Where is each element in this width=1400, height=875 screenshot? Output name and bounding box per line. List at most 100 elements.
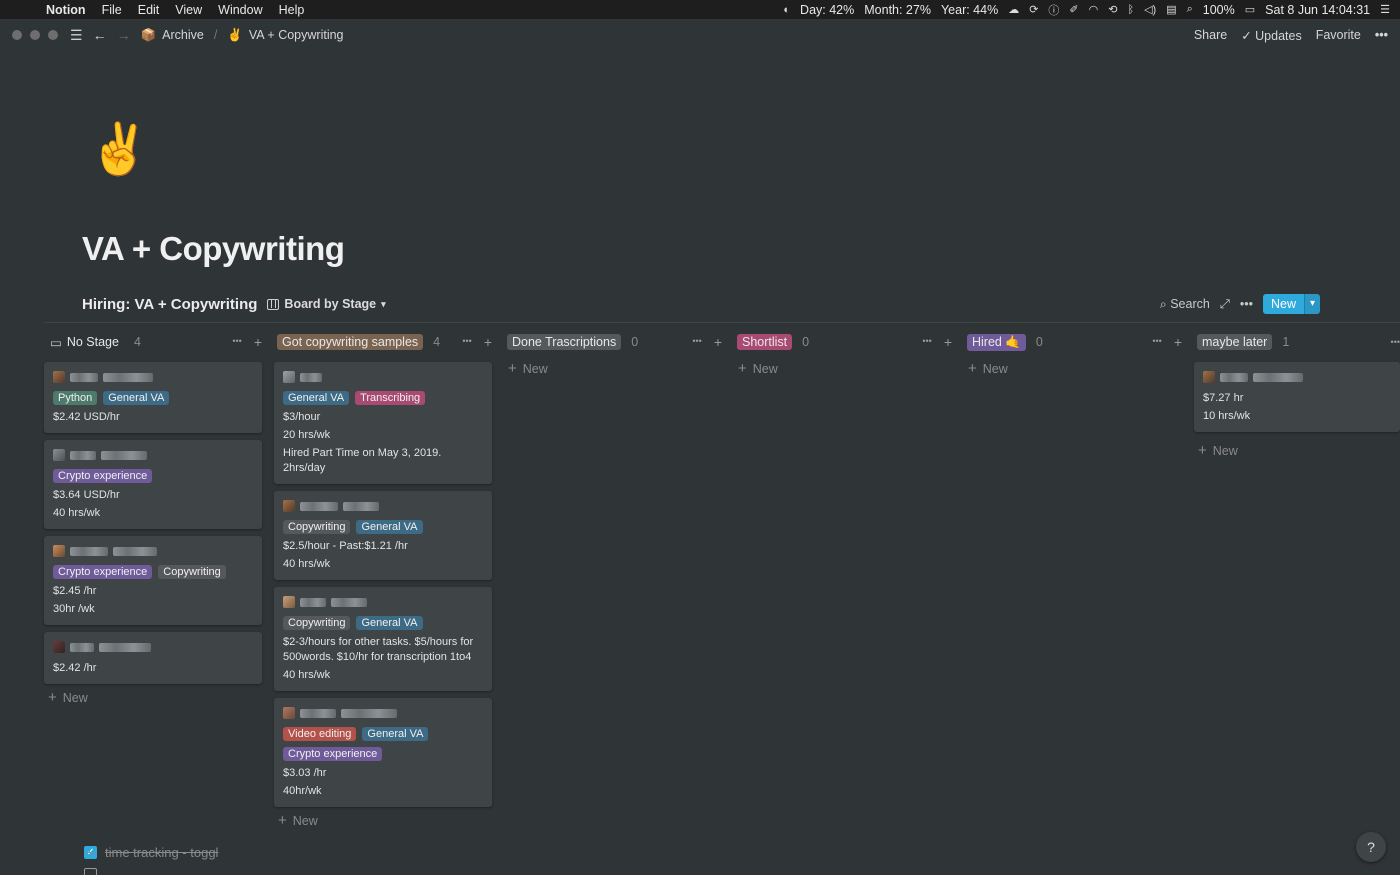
column-header[interactable]: Got copywriting samples 4 ••• + bbox=[274, 331, 492, 353]
time-machine-icon[interactable]: ⟲ bbox=[1108, 3, 1117, 16]
blurred-name bbox=[343, 501, 379, 511]
favorite-button[interactable]: Favorite bbox=[1316, 28, 1361, 42]
column-header[interactable]: Shortlist 0 ••• + bbox=[734, 331, 952, 353]
column-title[interactable]: Got copywriting samples bbox=[277, 334, 424, 350]
board-column: Shortlist 0 ••• + + New bbox=[734, 331, 952, 376]
forward-arrow-icon[interactable]: → bbox=[117, 27, 131, 43]
column-more-icon[interactable]: ••• bbox=[692, 334, 701, 350]
column-new-button[interactable]: + New bbox=[504, 361, 722, 376]
blurred-name bbox=[103, 372, 153, 382]
help-button[interactable]: ? bbox=[1356, 832, 1386, 862]
back-arrow-icon[interactable]: ← bbox=[93, 27, 107, 43]
new-record-button[interactable]: New ▾ bbox=[1262, 294, 1320, 314]
column-header[interactable]: Done Trascriptions 0 ••• + bbox=[504, 331, 722, 353]
blurred-name bbox=[300, 708, 336, 718]
column-more-icon[interactable]: ••• bbox=[462, 334, 471, 350]
column-add-icon[interactable]: + bbox=[484, 334, 492, 350]
new-button-label[interactable]: New bbox=[1262, 294, 1304, 314]
menu-help[interactable]: Help bbox=[279, 3, 305, 17]
todo-item[interactable]: ✓ time tracking - toggl bbox=[84, 845, 218, 860]
share-button[interactable]: Share bbox=[1194, 28, 1227, 42]
board-card[interactable]: Crypto experience Copywriting $2.45 /hr 30h… bbox=[44, 536, 262, 625]
column-header[interactable]: maybe later 1 ••• bbox=[1194, 331, 1400, 353]
column-new-button[interactable]: + New bbox=[1194, 443, 1400, 458]
new-template-dropdown-icon[interactable]: ▾ bbox=[1304, 294, 1320, 314]
column-add-icon[interactable]: + bbox=[1174, 334, 1182, 350]
database-toolbar: Hiring: VA + Copywriting Board by Stage … bbox=[82, 292, 1400, 316]
column-title[interactable]: Shortlist bbox=[737, 334, 793, 350]
board-card[interactable]: Crypto experience $3.64 USD/hr 40 hrs/wk bbox=[44, 440, 262, 529]
column-count: 0 bbox=[631, 335, 639, 349]
column-more-icon[interactable]: ••• bbox=[1152, 334, 1161, 350]
board-card[interactable]: Video editing General VA Crypto experience… bbox=[274, 698, 492, 807]
minimize-window-button[interactable] bbox=[30, 30, 40, 40]
board-card[interactable]: $2.42 /hr bbox=[44, 632, 262, 684]
column-header[interactable]: ▭ No Stage 4 ••• + bbox=[44, 331, 262, 353]
column-title[interactable]: Hired 🤙 bbox=[967, 333, 1026, 351]
check-icon: ✓ bbox=[1241, 28, 1256, 43]
menu-view[interactable]: View bbox=[175, 3, 202, 17]
column-title[interactable]: maybe later bbox=[1197, 334, 1273, 350]
open-full-page-icon[interactable]: ⤢ bbox=[1220, 297, 1230, 312]
clock[interactable]: Sat 8 Jun 14:04:31 bbox=[1265, 3, 1370, 17]
spotlight-search-icon[interactable]: ⌕ bbox=[1187, 3, 1193, 16]
blurred-name bbox=[70, 450, 96, 460]
database-more-icon[interactable]: ••• bbox=[1240, 297, 1253, 311]
flag-icon[interactable]: ▤ bbox=[1166, 3, 1176, 16]
board-card[interactable]: Python General VA $2.42 USD/hr bbox=[44, 362, 262, 433]
column-add-icon[interactable]: + bbox=[944, 334, 952, 350]
menu-edit[interactable]: Edit bbox=[138, 3, 160, 17]
sidebar-toggle-icon[interactable]: ☰ bbox=[70, 27, 83, 44]
notification-center-icon[interactable]: ☰ bbox=[1380, 3, 1390, 16]
close-window-button[interactable] bbox=[12, 30, 22, 40]
database-title[interactable]: Hiring: VA + Copywriting bbox=[82, 296, 257, 313]
column-header[interactable]: Hired 🤙 0 ••• + bbox=[964, 331, 1182, 353]
checked-checkbox-icon[interactable]: ✓ bbox=[84, 846, 97, 859]
board-card[interactable]: Copywriting General VA $2.5/hour - Past:$1… bbox=[274, 491, 492, 580]
cloud-icon[interactable]: ☁ bbox=[1008, 3, 1019, 16]
column-more-icon[interactable]: ••• bbox=[232, 334, 241, 350]
blurred-name bbox=[300, 501, 338, 511]
avatar bbox=[53, 641, 65, 653]
column-new-button[interactable]: + New bbox=[964, 360, 1182, 377]
plus-icon: + bbox=[968, 360, 977, 377]
updates-button[interactable]: ✓ Updates bbox=[1241, 28, 1302, 43]
column-more-icon[interactable]: ••• bbox=[1391, 335, 1400, 349]
battery-icon[interactable]: ▭ bbox=[1245, 3, 1255, 16]
avatar bbox=[283, 500, 295, 512]
board-card[interactable]: $7.27 hr 10 hrs/wk bbox=[1194, 362, 1400, 432]
inbox-icon: ▭ bbox=[50, 335, 62, 350]
page-title[interactable]: VA + Copywriting bbox=[82, 230, 345, 268]
status-circle-icon[interactable]: ◐ bbox=[783, 4, 790, 16]
view-switcher[interactable]: Board by Stage ▾ bbox=[267, 297, 386, 311]
column-title[interactable]: No Stage bbox=[67, 334, 124, 350]
page-emoji-icon[interactable]: ✌️ bbox=[88, 124, 150, 174]
unchecked-checkbox-icon[interactable] bbox=[84, 868, 97, 875]
zoom-window-button[interactable] bbox=[48, 30, 58, 40]
menu-file[interactable]: File bbox=[102, 3, 122, 17]
tool-icon[interactable]: ✐ bbox=[1069, 3, 1078, 16]
info-icon[interactable]: ⓘ bbox=[1048, 2, 1059, 18]
board-card[interactable]: General VA Transcribing $3/hour 20 hrs/wk Hi… bbox=[274, 362, 492, 484]
board-card[interactable]: Copywriting General VA $2-3/hours for othe… bbox=[274, 587, 492, 691]
menu-window[interactable]: Window bbox=[218, 3, 262, 17]
updates-label: Updates bbox=[1255, 28, 1302, 43]
bluetooth-icon[interactable]: ᛒ bbox=[1127, 4, 1134, 16]
column-new-button[interactable]: + New bbox=[44, 690, 262, 705]
column-new-button[interactable]: + New bbox=[734, 361, 952, 376]
breadcrumb-archive[interactable]: Archive bbox=[162, 28, 204, 42]
wifi-icon[interactable]: ◠ bbox=[1089, 3, 1099, 16]
search-button[interactable]: ⌕ Search bbox=[1160, 297, 1210, 312]
board-column: maybe later 1 ••• $7.27 hr 10 hrs/wk + New bbox=[1194, 331, 1400, 458]
column-more-icon[interactable]: ••• bbox=[922, 334, 931, 350]
column-add-icon[interactable]: + bbox=[714, 334, 722, 350]
sync-icon[interactable]: ⟳ bbox=[1029, 3, 1038, 16]
more-options-icon[interactable]: ••• bbox=[1375, 28, 1388, 42]
breadcrumb-page[interactable]: VA + Copywriting bbox=[249, 28, 344, 42]
column-title[interactable]: Done Trascriptions bbox=[507, 334, 622, 350]
column-add-icon[interactable]: + bbox=[254, 334, 262, 350]
column-new-button[interactable]: + New bbox=[274, 813, 492, 828]
menu-app-notion[interactable]: Notion bbox=[46, 3, 86, 17]
database-tools: ⌕ Search ⤢ ••• New ▾ bbox=[1160, 292, 1320, 316]
volume-icon[interactable]: ◁) bbox=[1144, 3, 1156, 16]
